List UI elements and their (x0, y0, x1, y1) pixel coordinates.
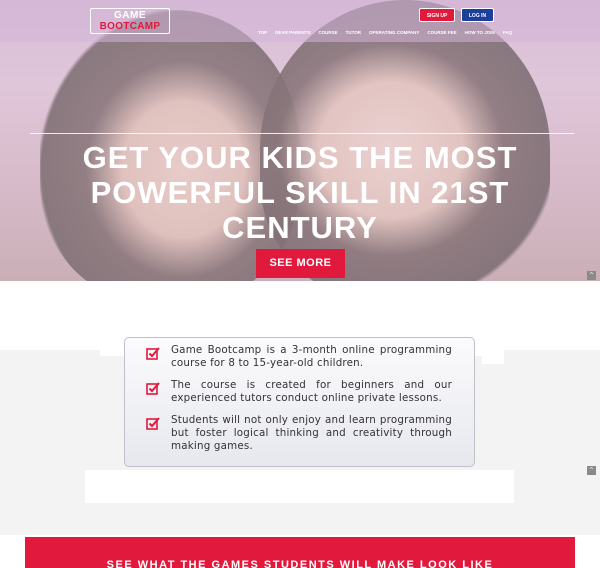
logo-text-game: GAME (114, 10, 146, 21)
nav-item-dear-parents[interactable]: DEAR PARENTS (275, 30, 310, 35)
nav-item-how-to-join[interactable]: HOW TO JOIN (465, 30, 495, 35)
banner-text: SEE WHAT THE GAMES STUDENTS WILL MAKE LO… (106, 559, 494, 568)
site-logo[interactable]: GAME BOOTCAMP (90, 8, 170, 34)
top-navbar: GAME BOOTCAMP SIGN UP LOG IN TOP DEAR PA… (0, 0, 600, 42)
list-item: Students will not only enjoy and learn p… (146, 414, 452, 453)
scroll-up-icon[interactable]: ^ (587, 466, 596, 475)
nav-item-top[interactable]: TOP (258, 30, 267, 35)
scroll-up-icon[interactable]: ^ (587, 271, 596, 280)
login-button[interactable]: LOG IN (461, 8, 494, 22)
games-preview-banner[interactable]: SEE WHAT THE GAMES STUDENTS WILL MAKE LO… (25, 537, 575, 568)
hero-section: GAME BOOTCAMP SIGN UP LOG IN TOP DEAR PA… (0, 0, 600, 281)
see-more-button[interactable]: SEE MORE (256, 249, 345, 278)
checkbox-checked-icon (146, 382, 160, 395)
hero-divider (30, 133, 574, 134)
info-text-3: Students will not only enjoy and learn p… (171, 414, 452, 452)
nav-item-faq[interactable]: FAQ (503, 30, 512, 35)
list-item: The course is created for beginners and … (146, 379, 452, 405)
info-text-1: Game Bootcamp is a 3-month online progra… (171, 344, 452, 369)
info-panel-notch (482, 346, 504, 364)
checkbox-checked-icon (146, 347, 160, 360)
course-info-box: Game Bootcamp is a 3-month online progra… (124, 337, 475, 467)
hero-title: GET YOUR KIDS THE MOST POWERFUL SKILL IN… (82, 140, 518, 245)
nav-item-operating-company[interactable]: OPERATING COMPANY (369, 30, 419, 35)
signup-button[interactable]: SIGN UP (419, 8, 455, 22)
nav-item-tutor[interactable]: TUTOR (346, 30, 361, 35)
main-nav: TOP DEAR PARENTS COURSE TUTOR OPERATING … (258, 30, 512, 35)
nav-item-course[interactable]: COURSE (318, 30, 337, 35)
nav-item-course-fee[interactable]: COURSE FEE (427, 30, 456, 35)
info-text-2: The course is created for beginners and … (171, 379, 452, 404)
logo-text-bootcamp: BOOTCAMP (99, 21, 161, 32)
info-panel-bottom (85, 470, 514, 503)
checkbox-checked-icon (146, 417, 160, 430)
list-item: Game Bootcamp is a 3-month online progra… (146, 344, 452, 370)
